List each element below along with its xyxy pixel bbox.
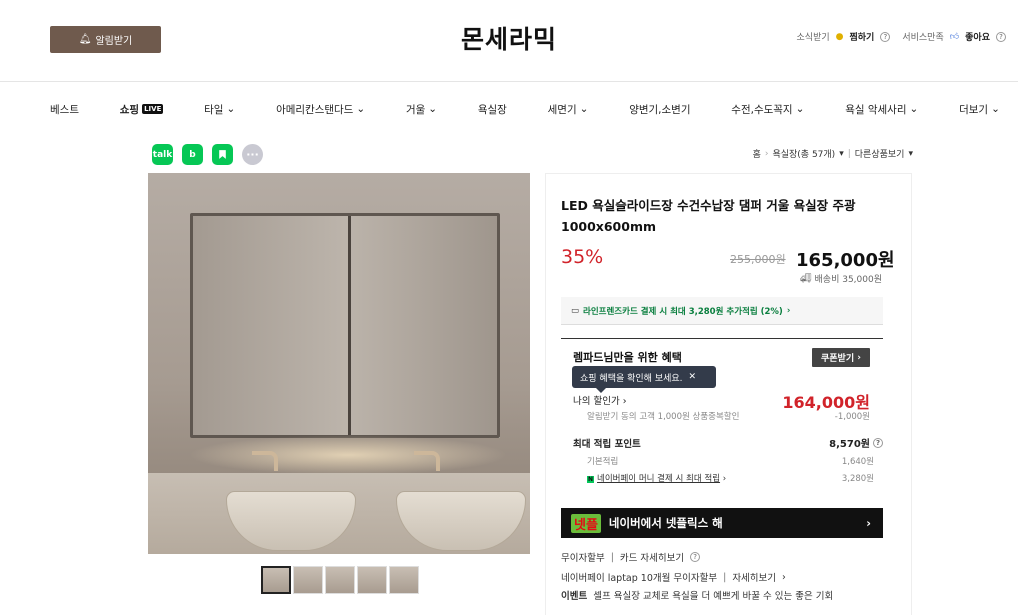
- chevron-right-icon: ›: [782, 571, 786, 583]
- chevron-right-icon: ›: [764, 148, 769, 159]
- thumbnail[interactable]: [389, 566, 419, 594]
- medal-icon: ●: [835, 31, 844, 42]
- nav-item-american-standard[interactable]: 아메리칸스탠다드 ⌄: [276, 102, 365, 117]
- alarm-coupon-amount: -1,000원: [834, 412, 870, 422]
- netflix-banner-text: 네이버에서 넷플릭스 해: [608, 516, 723, 530]
- chevron-right-icon: ›: [786, 305, 791, 316]
- thumbnail[interactable]: [325, 566, 355, 594]
- installment-link[interactable]: 카드 자세히보기: [620, 550, 684, 564]
- nav-item-faucet[interactable]: 수전,수도꼭지 ⌄: [731, 102, 804, 117]
- points-total: 8,570원 ?: [829, 435, 883, 450]
- mirror-cabinet: [190, 213, 500, 438]
- product-main-image[interactable]: [148, 173, 530, 554]
- info-event: 이벤트 셀프 욕실장 교체로 욕실을 더 예쁘게 바꿀 수 있는 좋은 기회: [561, 588, 833, 602]
- breadcrumb-other-products[interactable]: 다른상품보기: [855, 147, 905, 160]
- live-badge: LIVE: [142, 104, 164, 114]
- thumbs-up-icon: 👍︎: [949, 31, 960, 42]
- netflix-banner[interactable]: 넷플 네이버에서 넷플릭스 해 ›: [561, 508, 883, 538]
- faucet: [414, 451, 440, 471]
- sale-price: 165,000원: [796, 250, 895, 271]
- nav-item-accessories[interactable]: 욕실 악세사리 ⌄: [845, 102, 918, 117]
- help-icon[interactable]: ?: [880, 31, 891, 42]
- neighbor-label: 소식받기: [796, 33, 830, 43]
- nav-item-tile[interactable]: 타일 ⌄: [204, 102, 235, 117]
- chevron-down-icon: ⌄: [428, 103, 438, 115]
- caret-down-icon: ▾: [908, 148, 913, 159]
- shipping-fee: 배송비 35,000원: [814, 275, 882, 285]
- nav-item-bath-cabinet[interactable]: 욕실장: [478, 102, 507, 117]
- faucet: [252, 451, 278, 471]
- truck-icon: 🚚︎: [800, 273, 812, 284]
- premium-label[interactable]: 찜하기: [850, 30, 875, 43]
- chevron-right-icon: ›: [857, 352, 861, 363]
- npay-points-link[interactable]: N 네이버페이 머니 결제 시 최대 적립 ›: [587, 472, 726, 484]
- help-icon[interactable]: ?: [996, 31, 1006, 42]
- bookmark-icon[interactable]: [212, 144, 233, 165]
- card-icon: ▭: [571, 305, 580, 316]
- netflix-logo: 넷플: [571, 513, 601, 533]
- store-actions: 소식받기 ● 찜하기 ? 서비스만족 👍︎ 좋아요 ?: [797, 30, 1006, 43]
- like-button[interactable]: 좋아요: [965, 30, 990, 43]
- nav-item-toilet[interactable]: 양변기,소변기: [629, 102, 690, 117]
- benefit-title: 렘파드님만을 위한 혜택: [573, 351, 682, 364]
- card-promo-text: 라인프렌즈카드 결제 시 최대 3,280원 추가적립 (2%): [583, 306, 783, 317]
- thumbnail-strip: [261, 566, 419, 594]
- info-npay-installment: 네이버페이 laptap 10개월 무이자할부 | 자세히보기 ›: [561, 570, 786, 585]
- tooltip-text: 쇼핑 혜택을 확인해 보세요.: [580, 373, 683, 384]
- my-discount-label[interactable]: 나의 할인가 ›: [573, 393, 627, 407]
- breadcrumb-category[interactable]: 욕실장(총 57개): [772, 147, 835, 160]
- thumbnail[interactable]: [357, 566, 387, 594]
- chevron-down-icon: ⌄: [909, 103, 919, 115]
- info-installment: 무이자할부 | 카드 자세히보기 ?: [561, 550, 701, 564]
- points-title: 최대 적립 포인트: [573, 439, 641, 450]
- nav-item-mirror[interactable]: 거울 ⌄: [406, 102, 437, 117]
- thumbnail[interactable]: [261, 566, 291, 594]
- chevron-down-icon: ⌄: [226, 103, 236, 115]
- nav-item-more[interactable]: 더보기 ⌄: [959, 102, 1000, 117]
- base-points-amount: 1,640원: [841, 457, 874, 467]
- more-icon[interactable]: ···: [242, 144, 263, 165]
- npay-icon: N: [587, 476, 595, 483]
- alarm-coupon-label: 알림받기 동의 고객 1,000원 상품중복할인: [587, 412, 740, 422]
- npay-points-amount: 3,280원: [841, 474, 874, 484]
- npay-installment-link[interactable]: 자세히보기: [732, 570, 776, 584]
- base-points-label: 기본적립: [587, 457, 619, 467]
- help-icon[interactable]: ?: [690, 552, 701, 562]
- service-label: 서비스만족: [902, 33, 944, 43]
- shipping-info: 🚚︎ 배송비 35,000원: [800, 272, 882, 286]
- coupon-button[interactable]: 쿠폰받기 ›: [812, 348, 870, 367]
- thumbnail[interactable]: [293, 566, 323, 594]
- help-icon[interactable]: ?: [873, 437, 883, 448]
- category-nav: 베스트 쇼핑 LIVE 타일 ⌄ 아메리칸스탠다드 ⌄ 거울 ⌄ 욕실장 세면기 ⌄ 양…: [50, 100, 1000, 118]
- band-share-icon[interactable]: b: [182, 144, 203, 165]
- nav-item-washbasin[interactable]: 세면기 ⌄: [548, 102, 589, 117]
- discount-rate: 35%: [561, 246, 604, 268]
- header-divider: [0, 81, 1018, 82]
- chevron-down-icon: ⌄: [579, 103, 589, 115]
- card-promo[interactable]: ▭ 라인프렌즈카드 결제 시 최대 3,280원 추가적립 (2%) ›: [561, 297, 883, 325]
- chevron-right-icon: ›: [722, 474, 727, 484]
- chevron-down-icon: ⌄: [991, 103, 1000, 115]
- event-link[interactable]: 셀프 욕실장 교체로 욕실을 더 예쁘게 바꿀 수 있는 좋은 기회: [593, 588, 833, 602]
- chevron-down-icon: ⌄: [356, 103, 366, 115]
- nav-item-shopping-live[interactable]: 쇼핑 LIVE: [120, 102, 164, 117]
- chevron-right-icon: ›: [866, 516, 871, 530]
- original-price: 255,000원: [730, 253, 786, 266]
- nav-item-best[interactable]: 베스트: [50, 102, 79, 117]
- chevron-down-icon: ⌄: [795, 103, 805, 115]
- chevron-right-icon: ›: [622, 396, 627, 407]
- breadcrumb: 홈 › 욕실장(총 57개) ▾ | 다른상품보기 ▾: [753, 147, 913, 161]
- close-icon[interactable]: ✕: [689, 372, 697, 382]
- product-title: LED 욕실슬라이드장 수건수납장 댐퍼 거울 욕실장 주광 1000x600m…: [561, 198, 856, 234]
- led-glow: [188, 435, 508, 475]
- share-bar: talk b ···: [152, 144, 263, 165]
- breadcrumb-divider: |: [847, 148, 851, 159]
- caret-down-icon: ▾: [839, 148, 844, 159]
- talk-share-icon[interactable]: talk: [152, 144, 173, 165]
- breadcrumb-home[interactable]: 홈: [753, 147, 761, 160]
- benefit-divider: [561, 338, 883, 339]
- benefit-tooltip: 쇼핑 혜택을 확인해 보세요. ✕: [572, 366, 716, 393]
